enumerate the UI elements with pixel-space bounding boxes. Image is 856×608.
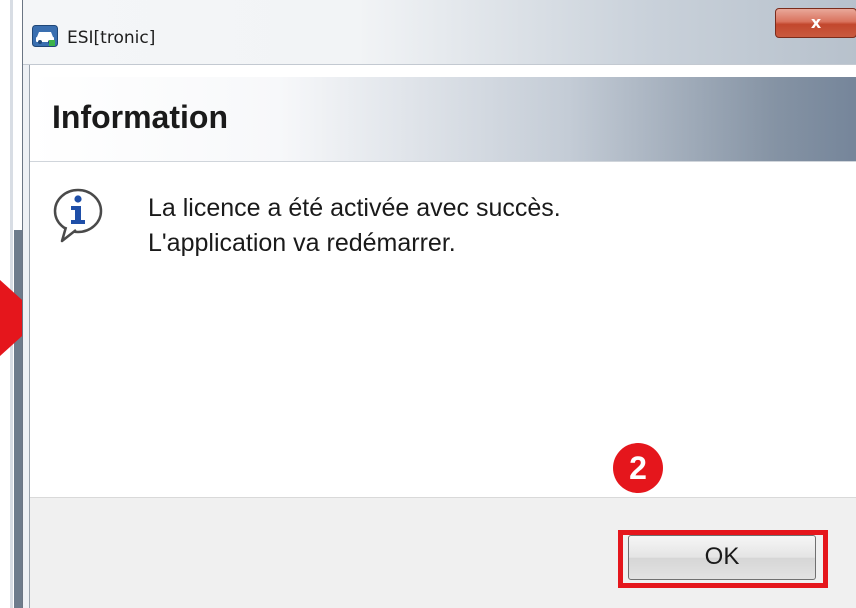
message-text: La licence a été activée avec succès. L'… xyxy=(148,191,561,261)
dialog-heading: Information xyxy=(52,99,228,135)
message-line-1: La licence a été activée avec succès. xyxy=(148,194,561,222)
screenshot-stage: ESI[tronic] x Information La licence a é… xyxy=(0,0,856,608)
title-bar[interactable]: ESI[tronic] x xyxy=(23,0,856,65)
header-band: Information xyxy=(30,77,856,162)
step-badge: 2 xyxy=(613,443,663,493)
esitronic-car-icon xyxy=(32,25,58,47)
message-line-2: L'application va redémarrer. xyxy=(148,229,456,257)
ok-button[interactable]: OK xyxy=(628,535,816,580)
window-title: ESI[tronic] xyxy=(67,28,156,48)
close-icon: x xyxy=(810,13,822,32)
dialog-window: ESI[tronic] x Information La licence a é… xyxy=(22,0,856,608)
dialog-content: Information La licence a été activée ave… xyxy=(29,65,856,608)
close-button[interactable]: x xyxy=(775,8,856,38)
info-icon xyxy=(53,188,103,243)
